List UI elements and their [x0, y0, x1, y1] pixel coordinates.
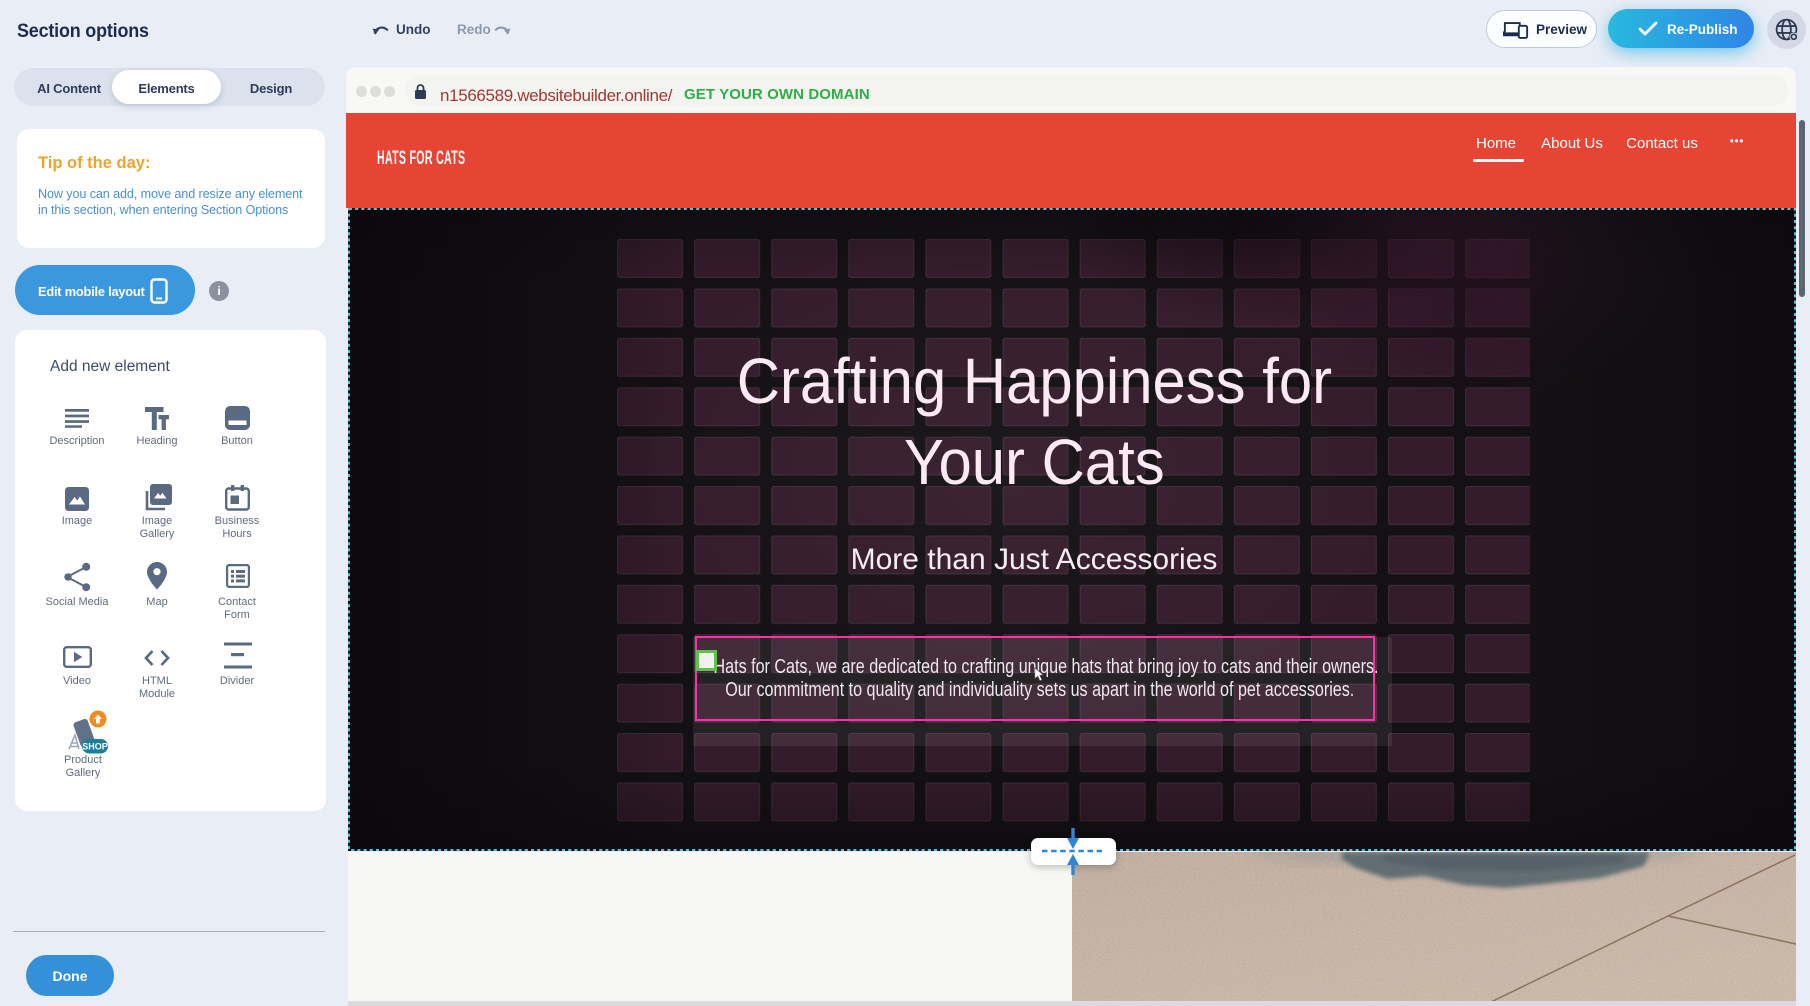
svg-text:SHOP: SHOP — [82, 742, 108, 752]
